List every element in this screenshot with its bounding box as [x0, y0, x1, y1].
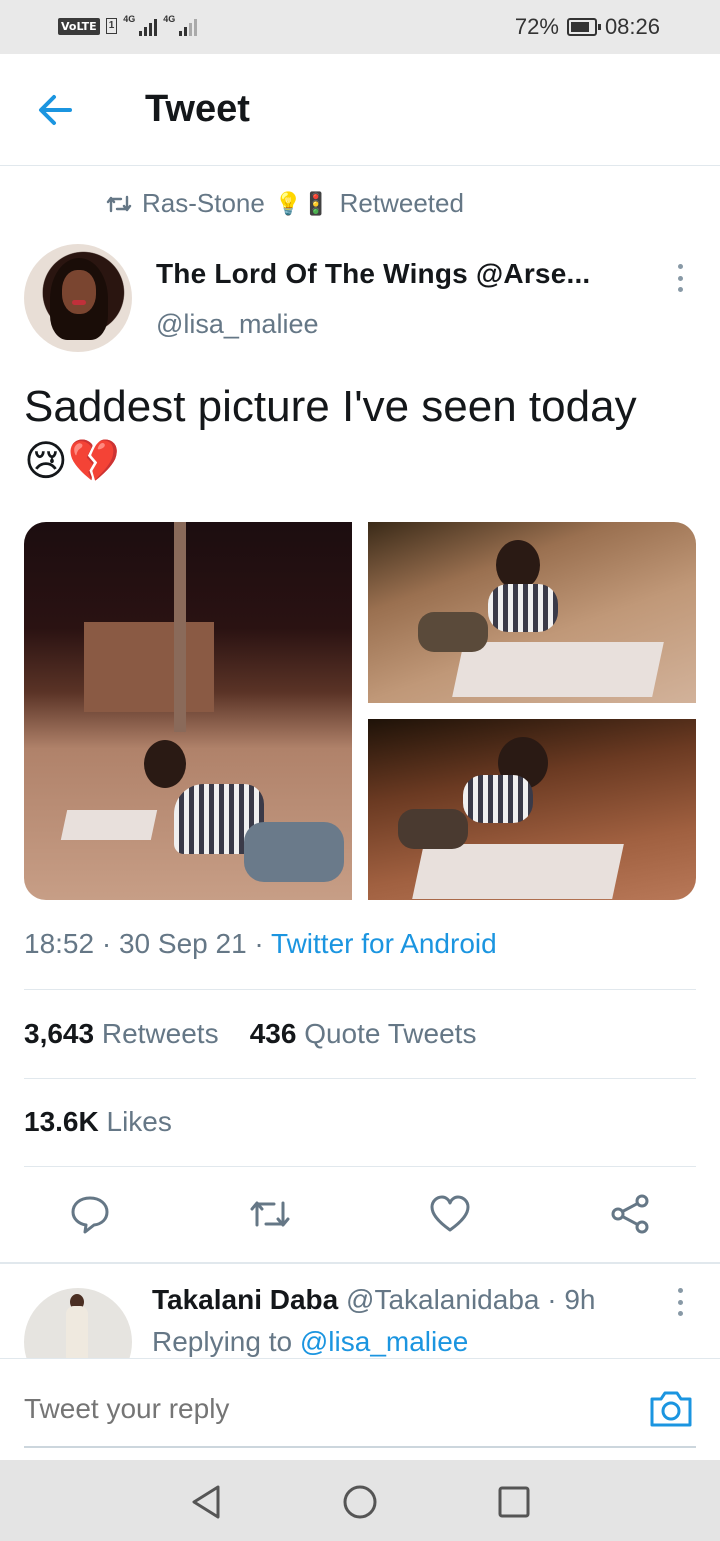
- reply-composer: [0, 1358, 720, 1458]
- system-nav-bar: [0, 1460, 720, 1541]
- tweet-photo-2[interactable]: [368, 522, 696, 703]
- reply-more-options-icon[interactable]: [676, 1288, 684, 1316]
- reply-button[interactable]: [68, 1192, 112, 1236]
- sim-indicator: 1: [105, 18, 118, 34]
- retweet-icon: [106, 193, 132, 215]
- reply-author[interactable]: Takalani Daba @Takalanidaba · 9h: [152, 1284, 596, 1316]
- camera-icon: [650, 1391, 692, 1427]
- quote-tweets-stat[interactable]: 436 Quote Tweets: [250, 1018, 477, 1049]
- circle-home-icon: [343, 1485, 377, 1519]
- back-button[interactable]: [34, 90, 76, 130]
- author-avatar[interactable]: [24, 244, 132, 352]
- like-button[interactable]: [428, 1192, 472, 1236]
- retweeted-label: Retweeted: [339, 188, 464, 218]
- divider: [24, 1078, 696, 1079]
- share-icon: [611, 1194, 649, 1234]
- tweet-photo-3[interactable]: [368, 719, 696, 900]
- tweet-photo-1[interactable]: [24, 522, 352, 900]
- status-bar: VoLTE 1 4G 4G 72% 08:26: [0, 0, 720, 54]
- clock: 08:26: [604, 14, 660, 39]
- replying-to-handle[interactable]: @lisa_maliee: [300, 1326, 469, 1357]
- camera-button[interactable]: [648, 1387, 694, 1429]
- triangle-back-icon: [192, 1485, 220, 1519]
- tweet-actions: [0, 1192, 720, 1242]
- tweet-date: 30 Sep 21: [118, 928, 247, 959]
- retweeter-name: Ras-Stone: [142, 188, 265, 218]
- reply-input[interactable]: [24, 1393, 385, 1425]
- tweet-time: 18:52: [24, 928, 95, 959]
- square-recents-icon: [498, 1486, 530, 1518]
- arrow-left-icon: [39, 95, 72, 125]
- retweet-button[interactable]: [248, 1192, 292, 1236]
- app-header: Tweet: [0, 54, 720, 166]
- battery-percent: 72%: [514, 14, 559, 39]
- retweets-stat[interactable]: 3,643 Retweets: [24, 1018, 219, 1049]
- network-type: 4G: [123, 14, 136, 24]
- comment-icon: [71, 1196, 109, 1234]
- author-name[interactable]: The Lord Of The Wings @Arse...: [156, 258, 590, 290]
- likes-stat[interactable]: 13.6K Likes: [24, 1106, 172, 1138]
- section-divider: [0, 1262, 720, 1264]
- replying-to: Replying to @lisa_maliee: [152, 1326, 469, 1357]
- tweet-source[interactable]: Twitter for Android: [271, 928, 497, 959]
- tweet-meta: 18:52 · 30 Sep 21 · Twitter for Android: [24, 928, 497, 959]
- volte-indicator: VoLTE: [58, 17, 100, 35]
- author-handle[interactable]: @lisa_maliee: [156, 309, 318, 340]
- retweet-context[interactable]: Ras-Stone 💡🚦 Retweeted: [106, 188, 464, 219]
- reply-author-handle: @Takalanidaba: [346, 1284, 540, 1315]
- more-options-icon[interactable]: [676, 264, 684, 292]
- retweeter-emoji: 💡🚦: [274, 190, 330, 216]
- share-button[interactable]: [608, 1192, 652, 1236]
- signal-icon: 4G: [123, 14, 158, 38]
- reply-author-name: Takalani Daba: [152, 1284, 339, 1315]
- reply-age: 9h: [564, 1284, 596, 1315]
- nav-back-button[interactable]: [186, 1482, 226, 1522]
- tweet-body: Saddest picture I've seen today: [24, 382, 637, 431]
- network-type-2: 4G: [163, 14, 176, 24]
- engagement-stats: 3,643 Retweets 436 Quote Tweets: [24, 1018, 476, 1050]
- tweet-media-grid: [24, 522, 696, 900]
- signal-icon-2: 4G: [163, 14, 198, 38]
- tweet-text: Saddest picture I've seen today 😢💔: [24, 380, 696, 488]
- divider: [24, 1166, 696, 1167]
- heart-icon: [430, 1195, 470, 1232]
- retweet-icon: [250, 1201, 290, 1227]
- divider: [24, 989, 696, 990]
- tweet-emoji: 😢💔: [24, 436, 121, 485]
- page-title: Tweet: [145, 88, 250, 130]
- nav-recents-button[interactable]: [494, 1482, 534, 1522]
- nav-home-button[interactable]: [340, 1482, 380, 1522]
- battery-icon: [566, 18, 601, 36]
